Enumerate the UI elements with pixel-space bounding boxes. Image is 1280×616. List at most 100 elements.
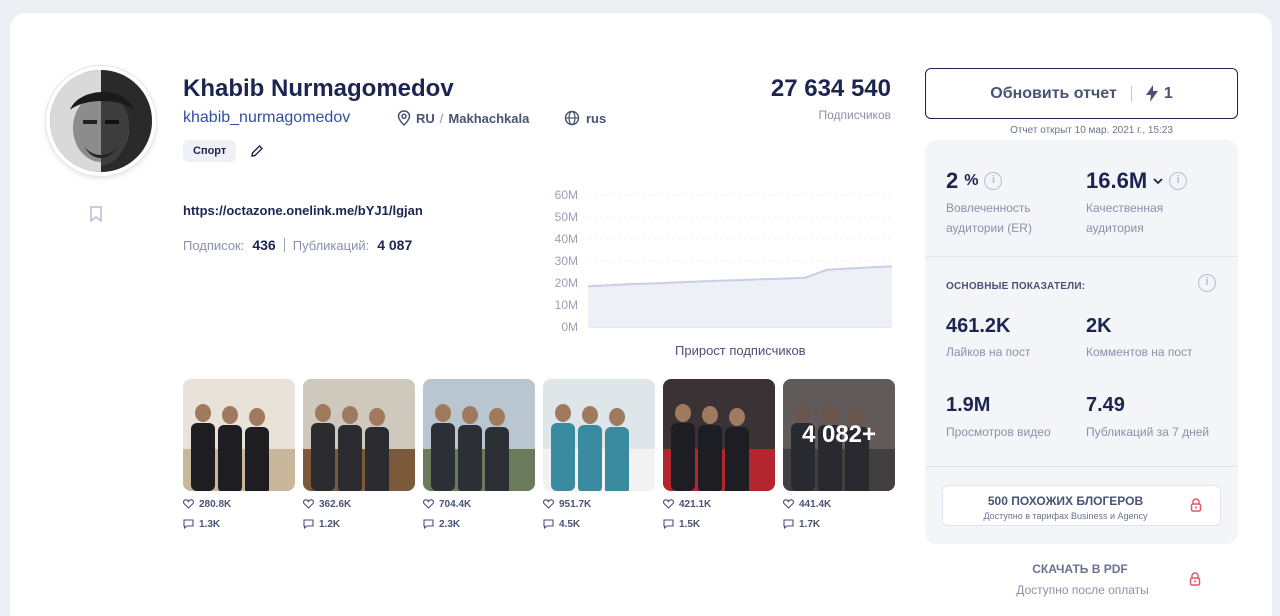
download-pdf-button[interactable]: СКАЧАТЬ В PDF <box>1005 562 1155 576</box>
post-likes: 441.4K <box>783 497 895 511</box>
video-views-value: 1.9M <box>946 394 991 416</box>
post-comments: 1.7K <box>783 517 895 531</box>
quality-audience-label: Качественная аудитория <box>1086 198 1163 238</box>
divider <box>1130 85 1132 102</box>
post-comments: 4.5K <box>543 517 655 531</box>
post-comments-value: 1.5K <box>679 518 701 530</box>
post-card[interactable]: 362.6K 1.2K <box>303 379 415 531</box>
post-likes: 951.7K <box>543 497 655 511</box>
recent-posts: 280.8K 1.3K 362.6K 1.2K 704.4K 2.3K 951.… <box>183 379 895 531</box>
post-comments-value: 1.2K <box>319 518 341 530</box>
download-pdf-note: Доступно после оплаты <box>1016 583 1149 597</box>
following-label: Подписок: <box>183 237 245 253</box>
heart-icon <box>783 499 794 509</box>
comment-icon <box>543 519 554 529</box>
post-card[interactable]: 4 082+ 441.4K 1.7K <box>783 379 895 531</box>
report-opened-date: Отчет открыт 10 мар. 2021 г., 15:23 <box>1010 125 1173 136</box>
post-image[interactable]: 4 082+ <box>783 379 895 491</box>
pencil-icon[interactable] <box>250 144 264 158</box>
heart-icon <box>183 499 194 509</box>
globe-icon <box>564 110 580 126</box>
heart-icon <box>423 499 434 509</box>
likes-per-post-value: 461.2K <box>946 315 1011 337</box>
location-country: RU <box>416 110 435 126</box>
divider <box>283 238 285 252</box>
post-image[interactable] <box>543 379 655 491</box>
post-likes: 704.4K <box>423 497 535 511</box>
chevron-down-icon[interactable] <box>1153 177 1163 185</box>
following-count: 436 <box>252 237 276 253</box>
post-comments: 1.3K <box>183 517 295 531</box>
info-icon[interactable]: i <box>1198 274 1216 292</box>
post-likes-value: 280.8K <box>199 498 232 510</box>
profile-link[interactable]: https://octazone.onelink.me/bYJ1/lgjan <box>183 203 423 218</box>
post-likes: 280.8K <box>183 497 295 511</box>
more-posts-overlay[interactable]: 4 082+ <box>783 379 895 491</box>
er-metric: 2 % i <box>946 168 1003 194</box>
post-comments-value: 1.7K <box>799 518 821 530</box>
location-city: Makhachkala <box>448 110 530 126</box>
section-title: ОСНОВНЫЕ ПОКАЗАТЕЛИ: <box>946 281 1086 292</box>
qa-label-line2: аудитория <box>1086 221 1144 235</box>
similar-bloggers-button[interactable]: 500 ПОХОЖИХ БЛОГЕРОВ Доступно в тарифах … <box>942 485 1221 526</box>
post-likes-value: 951.7K <box>559 498 592 510</box>
post-likes-value: 704.4K <box>439 498 472 510</box>
profile-counts: Подписок: 436 Публикаций: 4 087 <box>183 237 412 253</box>
language-value: rus <box>586 110 607 126</box>
info-icon[interactable]: i <box>984 172 1003 190</box>
post-comments-value: 4.5K <box>559 518 581 530</box>
comment-icon <box>663 519 674 529</box>
y-tick-label: 40M <box>555 232 578 246</box>
qa-label-line1: Качественная <box>1086 201 1164 215</box>
posts-7d-label: Публикаций за 7 дней <box>1086 425 1210 439</box>
post-card[interactable]: 704.4K 2.3K <box>423 379 535 531</box>
lock-icon <box>1190 498 1202 512</box>
y-tick-label: 0M <box>561 320 578 334</box>
divider <box>925 466 1238 467</box>
comment-icon <box>423 519 434 529</box>
language: rus <box>564 110 606 126</box>
lightning-icon <box>1145 85 1158 102</box>
post-likes: 421.1K <box>663 497 775 511</box>
post-image[interactable] <box>303 379 415 491</box>
post-likes-value: 362.6K <box>319 498 352 510</box>
bookmark-icon[interactable] <box>88 205 104 223</box>
info-icon[interactable]: i <box>1169 172 1188 190</box>
location: RU / Makhachkala <box>397 110 529 126</box>
post-card[interactable]: 280.8K 1.3K <box>183 379 295 531</box>
profile-handle[interactable]: khabib_nurmagomedov <box>183 109 350 127</box>
y-tick-label: 30M <box>555 254 578 268</box>
followers-label: Подписчиков <box>818 108 892 122</box>
post-image[interactable] <box>663 379 775 491</box>
post-card[interactable]: 421.1K 1.5K <box>663 379 775 531</box>
post-image[interactable] <box>183 379 295 491</box>
post-likes: 362.6K <box>303 497 415 511</box>
comment-icon <box>303 519 314 529</box>
post-likes-value: 441.4K <box>799 498 832 510</box>
video-views-label: Просмотров видео <box>946 425 1051 439</box>
post-card[interactable]: 951.7K 4.5K <box>543 379 655 531</box>
similar-subtitle: Доступно в тарифах Business и Agency <box>983 511 1148 521</box>
metrics-panel: 2 % i Вовлеченность аудитории (ER) 16.6M… <box>925 140 1238 544</box>
lock-icon <box>1189 572 1201 586</box>
comments-per-post-label: Комментов на пост <box>1086 345 1193 359</box>
post-comments: 2.3K <box>423 517 535 531</box>
quality-audience-metric: 16.6M i <box>1086 168 1188 194</box>
post-comments-value: 2.3K <box>439 518 461 530</box>
er-label: Вовлеченность аудитории (ER) <box>946 198 1032 238</box>
er-label-line1: Вовлеченность <box>946 201 1031 215</box>
avatar <box>46 66 156 176</box>
likes-per-post-label: Лайков на пост <box>946 345 1031 359</box>
er-label-line2: аудитории (ER) <box>946 221 1032 235</box>
profile-name: Khabib Nurmagomedov <box>183 75 454 102</box>
heart-icon <box>663 499 674 509</box>
location-pin-icon <box>397 110 411 126</box>
y-tick-label: 20M <box>555 276 578 290</box>
comment-icon <box>783 519 794 529</box>
location-separator: / <box>439 110 444 126</box>
heart-icon <box>543 499 554 509</box>
followers-growth-chart: 60M 50M 40M 30M 20M 10M 0M <box>555 188 893 334</box>
post-image[interactable] <box>423 379 535 491</box>
refresh-credits: 1 <box>1145 85 1173 103</box>
refresh-report-button[interactable]: Обновить отчет 1 <box>925 68 1238 119</box>
